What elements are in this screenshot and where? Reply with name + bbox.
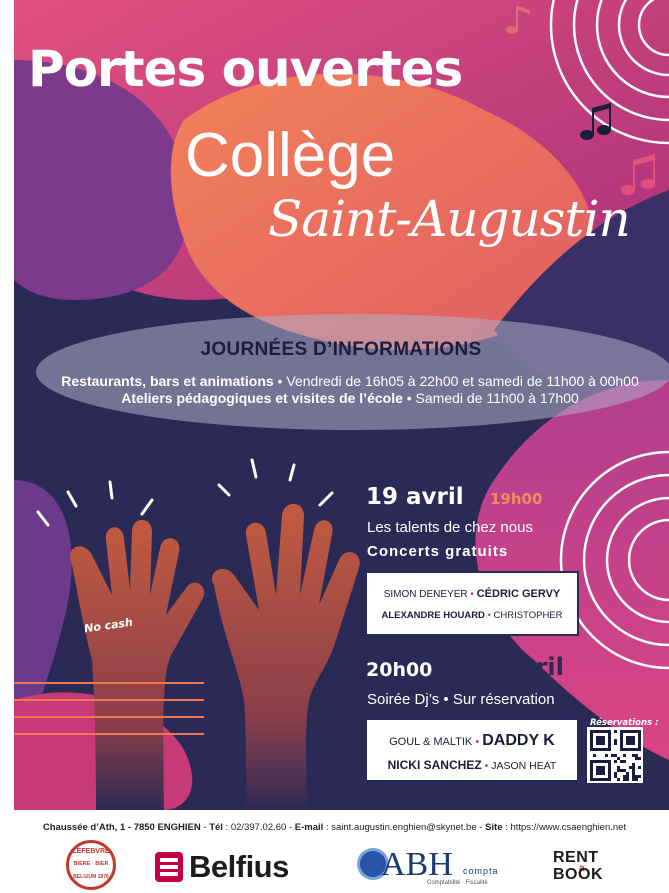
event2-subtitle: Soirée Dj’s • Sur réservation — [367, 691, 555, 708]
artist-4: JASON HEAT — [491, 760, 557, 772]
footer-site-label: Site — [485, 822, 503, 833]
artist-separator: • — [484, 760, 489, 772]
event2-artists-box: GOUL & MALTIK • DADDY K NICKI SANCHEZ • … — [365, 718, 579, 782]
info-line-2: Ateliers pédagogiques et visites de l’éc… — [20, 390, 669, 406]
footer-email-label: E-mail — [294, 822, 324, 833]
lefebvre-mid-text: BIÈRE · BIER — [73, 861, 109, 867]
event2-artists-row-2: NICKI SANCHEZ • JASON HEAT — [367, 758, 577, 772]
footer-contact: Chaussée d’Ath, 1 - 7850 ENGHIEN - Tél :… — [42, 822, 627, 833]
artist-3: ALEXANDRE HOUARD — [381, 610, 485, 621]
title-line-1: Portes ouvertes — [28, 40, 463, 98]
info-line-2-rest: • Samedi de 11h00 à 17h00 — [402, 390, 579, 406]
title-line-3: Saint-Augustin — [268, 190, 631, 248]
event1-date: 19 avril — [366, 484, 464, 510]
artist-1: SIMON DENEYER — [383, 589, 468, 600]
info-ellipse — [36, 314, 669, 430]
event1-artists-box: SIMON DENEYER • CÉDRIC GERVY ALEXANDRE H… — [365, 571, 579, 636]
qr-code[interactable] — [587, 727, 643, 783]
reservations-label: Réservations : — [590, 718, 659, 728]
artist-2: DADDY K — [482, 732, 555, 749]
artist-separator: • — [487, 610, 491, 621]
event1-subtitle: Les talents de chez nous — [367, 519, 533, 536]
abh-subtitle: Comptabilité · Fiscalité — [427, 880, 488, 886]
footer-address: Chaussée d’Ath, 1 - 7850 ENGHIEN — [42, 822, 201, 833]
book-text: BOOK — [553, 866, 603, 883]
belfius-icon — [155, 852, 183, 882]
info-heading: JOURNÉES D’INFORMATIONS — [200, 339, 482, 360]
artist-separator: • — [475, 736, 480, 748]
artist-2: CÉDRIC GERVY — [476, 588, 561, 600]
event2-date: 20 avril — [462, 653, 564, 681]
belfius-text: Belfius — [189, 849, 289, 884]
artist-1: GOUL & MALTIK — [389, 736, 473, 748]
event1-artists-row-2: ALEXANDRE HOUARD • CHRISTOPHER — [367, 610, 577, 621]
footer-email[interactable]: saint.augustin.enghien@skynet.be — [331, 822, 476, 833]
artist-3: NICKI SANCHEZ — [387, 758, 482, 772]
abh-logo: ABH compta Comptabilité · Fiscalité — [355, 846, 515, 890]
info-line-2-bold: Ateliers pédagogiques et visites de l’éc… — [121, 390, 403, 406]
footer-tel-label: Tél — [209, 822, 223, 833]
belfius-logo: Belfius — [155, 849, 289, 884]
rent-a-book-logo: RENT a BOOK — [553, 849, 623, 889]
artist-4: CHRISTOPHER — [493, 610, 563, 621]
lefebvre-bottom-text: BELGIUM 1876 — [73, 874, 109, 880]
artist-separator: • — [470, 589, 474, 600]
footer-site[interactable]: https://www.csaenghien.net — [510, 822, 626, 833]
event1-time: 19h00 — [490, 490, 543, 508]
event1-subtitle2: Concerts gratuits — [367, 543, 509, 560]
lefebvre-top-text: LEFEBVRE — [72, 848, 110, 855]
title-line-2: Collège — [185, 121, 396, 190]
rent-text: RENT — [553, 849, 599, 866]
abh-text: ABH — [381, 846, 453, 883]
footer-tel[interactable]: 02/397.02.60 — [231, 822, 286, 833]
abh-compta-text: compta — [463, 866, 499, 876]
info-line-1-rest: • Vendredi de 16h05 à 22h00 et samedi de… — [273, 373, 639, 389]
poster: Portes ouvertes Collège Saint-Augustin J… — [0, 0, 669, 893]
lefebvre-logo: LEFEBVRE BIÈRE · BIER BELGIUM 1876 — [66, 840, 116, 890]
event2-time: 20h00 — [366, 659, 433, 681]
event1-artists-row-1: SIMON DENEYER • CÉDRIC GERVY — [367, 588, 577, 600]
info-line-1-bold: Restaurants, bars et animations — [61, 373, 274, 389]
info-line-1: Restaurants, bars et animations • Vendre… — [20, 373, 669, 389]
event2-artists-row-1: GOUL & MALTIK • DADDY K — [367, 732, 577, 750]
